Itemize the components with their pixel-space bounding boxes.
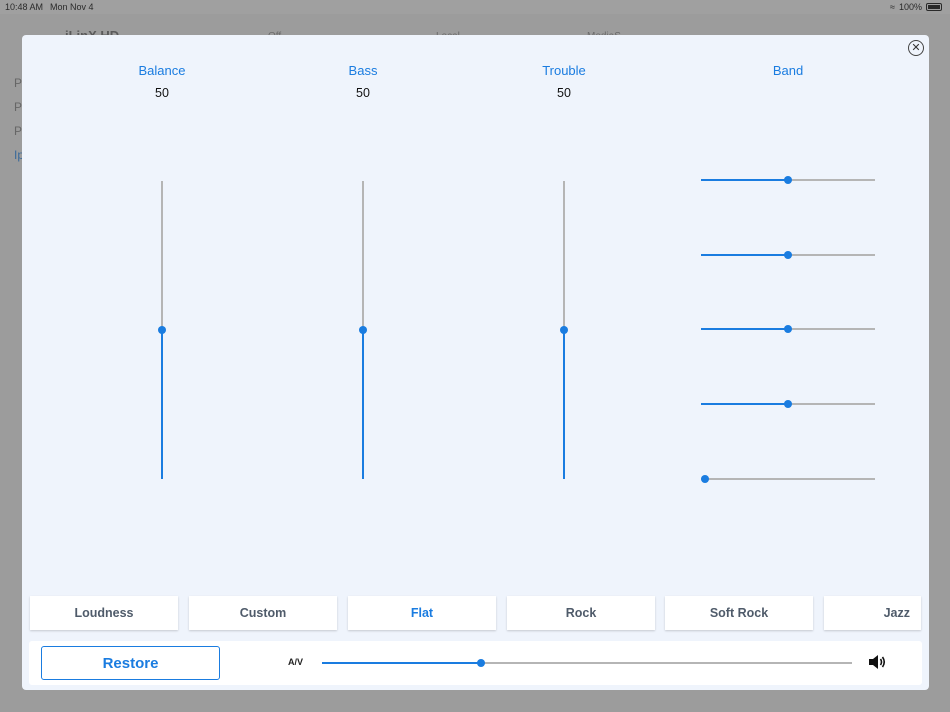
band-slider-5[interactable] bbox=[701, 473, 875, 485]
slider-track bbox=[788, 403, 875, 405]
balance-label: Balance bbox=[138, 63, 186, 78]
status-bar: 10:48 AM Mon Nov 4 ≈ 100% bbox=[0, 0, 950, 14]
preset-soft-rock[interactable]: Soft Rock bbox=[665, 596, 813, 630]
status-date: Mon Nov 4 bbox=[50, 2, 94, 12]
slider-track bbox=[161, 181, 163, 330]
slider-fill bbox=[362, 330, 364, 479]
av-slider[interactable] bbox=[322, 657, 852, 669]
bass-slider[interactable] bbox=[356, 181, 370, 479]
bg-sidebar-item: P bbox=[14, 124, 23, 138]
battery-percent: 100% bbox=[898, 2, 922, 12]
slider-fill bbox=[701, 328, 788, 330]
trouble-value: 50 bbox=[557, 86, 571, 100]
bass-value: 50 bbox=[356, 86, 370, 100]
slider-track bbox=[788, 254, 875, 256]
slider-thumb[interactable] bbox=[784, 251, 792, 259]
bottom-bar: Restore A/V bbox=[29, 641, 922, 685]
slider-thumb[interactable] bbox=[784, 400, 792, 408]
preset-jazz[interactable]: Jazz bbox=[824, 596, 921, 630]
slider-thumb[interactable] bbox=[359, 326, 367, 334]
slider-thumb[interactable] bbox=[701, 475, 709, 483]
slider-thumb[interactable] bbox=[477, 659, 485, 667]
slider-track bbox=[362, 181, 364, 330]
audio-settings-modal: ✕ Balance Bass Trouble Band 50 50 50 Lou… bbox=[22, 35, 929, 690]
restore-button[interactable]: Restore bbox=[41, 646, 220, 680]
balance-value: 50 bbox=[155, 86, 169, 100]
preset-loudness[interactable]: Loudness bbox=[30, 596, 178, 630]
slider-thumb[interactable] bbox=[784, 176, 792, 184]
close-icon[interactable]: ✕ bbox=[908, 40, 924, 56]
slider-fill bbox=[563, 330, 565, 479]
slider-fill bbox=[161, 330, 163, 479]
bass-label: Bass bbox=[348, 63, 378, 78]
slider-thumb[interactable] bbox=[158, 326, 166, 334]
bg-sidebar-item: P bbox=[14, 76, 23, 90]
band-slider-2[interactable] bbox=[701, 249, 875, 261]
balance-slider[interactable] bbox=[155, 181, 169, 479]
trouble-slider[interactable] bbox=[557, 181, 571, 479]
status-time: 10:48 AM bbox=[5, 2, 44, 12]
slider-fill bbox=[322, 662, 481, 664]
bg-sidebar-item: P bbox=[14, 100, 23, 114]
slider-track bbox=[701, 478, 875, 480]
preset-custom[interactable]: Custom bbox=[189, 596, 337, 630]
slider-track bbox=[481, 662, 852, 664]
battery-indicator: ≈ 100% bbox=[890, 2, 942, 12]
slider-track bbox=[788, 328, 875, 330]
slider-thumb[interactable] bbox=[784, 325, 792, 333]
trouble-label: Trouble bbox=[542, 63, 586, 78]
band-slider-3[interactable] bbox=[701, 323, 875, 335]
band-label: Band bbox=[772, 63, 804, 78]
band-slider-4[interactable] bbox=[701, 398, 875, 410]
slider-track bbox=[563, 181, 565, 330]
slider-thumb[interactable] bbox=[560, 326, 568, 334]
wifi-icon: ≈ bbox=[890, 2, 895, 12]
preset-flat[interactable]: Flat bbox=[348, 596, 496, 630]
av-label: A/V bbox=[288, 657, 304, 667]
slider-fill bbox=[701, 179, 788, 181]
speaker-icon[interactable] bbox=[867, 653, 887, 671]
slider-fill bbox=[701, 254, 788, 256]
preset-rock[interactable]: Rock bbox=[507, 596, 655, 630]
slider-fill bbox=[701, 403, 788, 405]
battery-icon bbox=[926, 3, 942, 11]
slider-track bbox=[788, 179, 875, 181]
band-slider-1[interactable] bbox=[701, 174, 875, 186]
